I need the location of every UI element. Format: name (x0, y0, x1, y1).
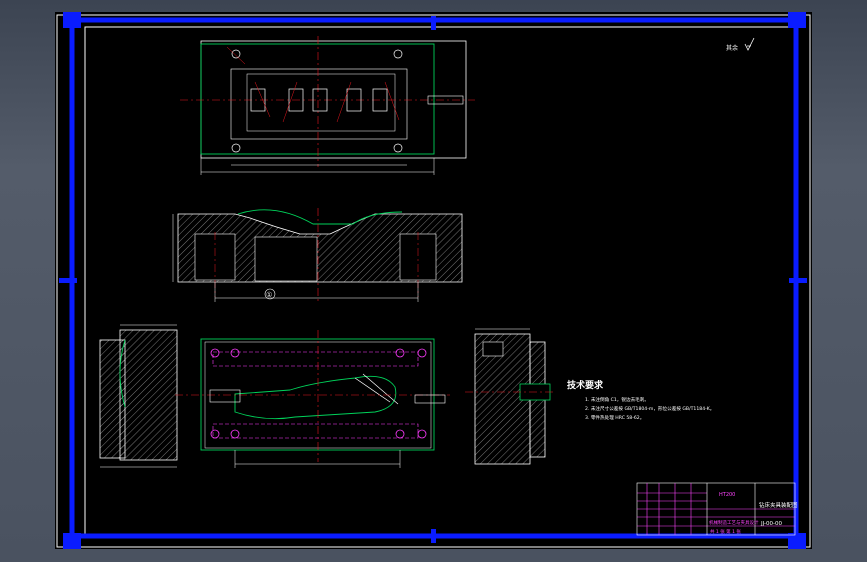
top-hole-2 (393, 49, 403, 59)
title-block-company: 机械制造工艺与夹具设计 (709, 519, 759, 526)
plan-hole-4 (417, 348, 427, 358)
mid-marker-bottom (431, 529, 436, 543)
leader-2 (254, 81, 271, 118)
top-view-body (200, 43, 435, 155)
cad-viewport[interactable]: 其余 ① 技术要求 1. 未注倒角 C1，锐边去毛刺。 2. 未注尺寸公差按 G… (55, 12, 812, 549)
title-block (636, 482, 796, 536)
top-hole-3 (231, 143, 241, 153)
plan-view-rail-bottom (212, 423, 419, 439)
plan-view-clamp (209, 389, 241, 403)
leader-1 (226, 46, 246, 65)
mid-marker-top (431, 16, 436, 30)
top-view (180, 36, 475, 175)
front-view-pocket-center (254, 236, 318, 282)
top-view-dimensions (200, 158, 435, 175)
title-block-text: HT200 钻床夹具装配图 机械制造工艺与夹具设计 JJ-00-00 共 1 张… (709, 492, 798, 535)
plan-hole-7 (395, 429, 405, 439)
plan-view-rail-top (212, 351, 419, 367)
top-hole-1 (231, 49, 241, 59)
title-block-drawing-name: 钻床夹具装配图 (759, 501, 798, 509)
corner-marker-br (788, 533, 806, 549)
tech-requirement-1: 1. 未注倒角 C1，锐边去毛刺。 (585, 396, 649, 403)
mid-marker-right (789, 278, 807, 283)
title-block-sheet: 共 1 张 第 1 张 (710, 528, 741, 535)
roughness-symbol (744, 37, 755, 51)
front-view-pocket-right (399, 233, 437, 281)
mid-marker-left (59, 278, 77, 283)
cad-drawing: 其余 ① 技术要求 1. 未注倒角 C1，锐边去毛刺。 2. 未注尺寸公差按 G… (56, 12, 811, 549)
plan-view-rod (414, 394, 446, 404)
tech-requirement-3: 3. 零件热处理 HRC 58-62。 (585, 414, 644, 421)
left-side-view (99, 324, 178, 468)
plan-hole-1 (210, 348, 220, 358)
title-block-material: HT200 (719, 492, 735, 498)
plan-hole-3 (395, 348, 405, 358)
plan-hole-6 (230, 429, 240, 439)
corner-marker-tr (788, 12, 806, 28)
top-view-inner (230, 68, 408, 140)
leader-4 (336, 81, 352, 123)
section-mark: ① (266, 291, 272, 299)
plan-view-lever (234, 375, 397, 420)
right-view-slot (482, 341, 504, 357)
plan-hole-2 (230, 348, 240, 358)
leader-3 (282, 81, 298, 123)
tech-requirement-2: 2. 未注尺寸公差按 GB/T1804-m，形位公差按 GB/T1184-K。 (585, 405, 714, 412)
plan-hole-8 (417, 429, 427, 439)
plan-hole-5 (210, 429, 220, 439)
top-view-bolt-holes (231, 49, 403, 153)
front-view-pocket-left (194, 233, 236, 281)
plan-view (175, 330, 450, 468)
front-view: ① (172, 208, 463, 304)
title-block-drawing-number: JJ-00-00 (760, 521, 783, 527)
tech-requirements-title: 技术要求 (567, 379, 604, 391)
tech-requirements: 技术要求 1. 未注倒角 C1，锐边去毛刺。 2. 未注尺寸公差按 GB/T18… (567, 379, 714, 421)
plan-view-cam (354, 373, 399, 405)
roughness-note: 其余 (726, 37, 755, 52)
right-side-view (465, 328, 555, 465)
top-hole-4 (393, 143, 403, 153)
top-view-base-outline (200, 40, 467, 159)
roughness-label: 其余 (726, 44, 738, 52)
corner-marker-bl (63, 533, 81, 549)
left-view-section (119, 329, 178, 461)
plan-view-dimensions (234, 450, 401, 468)
plan-view-body (200, 338, 435, 451)
corner-marker-tl (63, 12, 81, 28)
